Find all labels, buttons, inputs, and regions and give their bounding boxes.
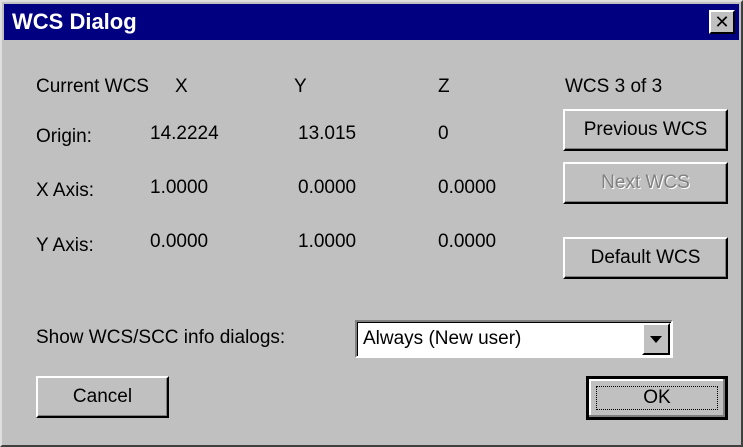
dropdown-button[interactable] — [642, 323, 670, 355]
x-column-header: X — [175, 76, 188, 97]
default-wcs-label: Default WCS — [590, 247, 701, 268]
focus-rectangle — [596, 386, 718, 410]
previous-wcs-label: Previous WCS — [583, 119, 708, 140]
previous-wcs-button[interactable]: Previous WCS — [563, 109, 728, 151]
x-axis-label: X Axis: — [36, 180, 95, 201]
y-axis-y-value: 1.0000 — [298, 231, 357, 252]
y-axis-x-value: 0.0000 — [150, 231, 209, 252]
chevron-down-icon — [650, 335, 662, 343]
next-wcs-label: Next WCS — [601, 172, 690, 193]
title-bar[interactable]: WCS Dialog ✕ — [4, 4, 739, 40]
default-wcs-button[interactable]: Default WCS — [563, 237, 728, 279]
cancel-label: Cancel — [72, 386, 133, 407]
origin-y-value: 13.015 — [298, 123, 357, 144]
origin-z-value: 0 — [438, 123, 449, 144]
wcs-dialog: WCS Dialog ✕ Current WCS X Y Z WCS 3 of … — [0, 0, 743, 447]
x-axis-y-value: 0.0000 — [298, 177, 357, 198]
origin-label: Origin: — [36, 126, 92, 147]
info-dialogs-selected-value: Always (New user) — [363, 328, 522, 349]
info-dialogs-label: Show WCS/SCC info dialogs: — [36, 327, 286, 348]
x-axis-x-value: 1.0000 — [150, 177, 209, 198]
window-title: WCS Dialog — [12, 9, 137, 34]
origin-x-value: 14.2224 — [150, 123, 219, 144]
z-column-header: Z — [438, 76, 450, 97]
close-button[interactable]: ✕ — [709, 10, 735, 34]
current-wcs-label: Current WCS — [36, 76, 149, 97]
wcs-counter: WCS 3 of 3 — [565, 76, 663, 97]
x-axis-z-value: 0.0000 — [438, 177, 497, 198]
cancel-button[interactable]: Cancel — [36, 376, 169, 418]
y-axis-label: Y Axis: — [36, 235, 94, 256]
next-wcs-button[interactable]: Next WCS — [563, 162, 728, 204]
y-axis-z-value: 0.0000 — [438, 231, 497, 252]
close-icon: ✕ — [714, 12, 730, 32]
ok-button[interactable]: OK — [586, 376, 728, 420]
y-column-header: Y — [294, 76, 307, 97]
info-dialogs-select[interactable]: Always (New user) — [355, 320, 673, 358]
